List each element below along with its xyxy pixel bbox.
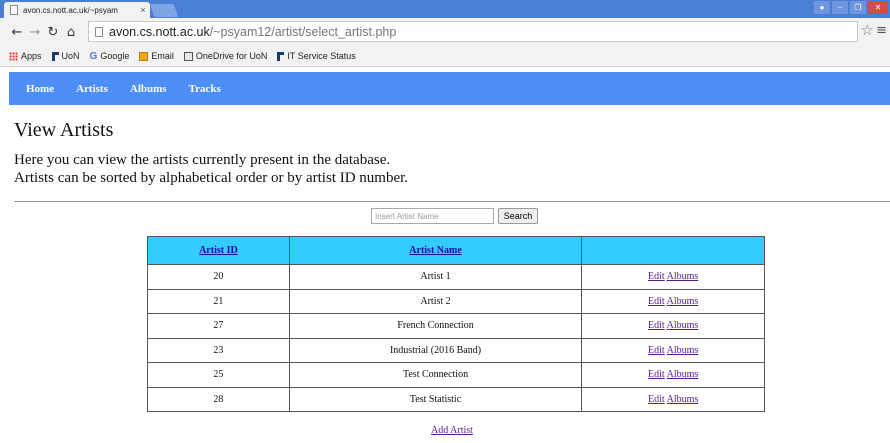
uon-icon xyxy=(51,51,59,61)
table-row: 20 Artist 1 Edit Albums xyxy=(147,264,765,290)
albums-link[interactable]: Albums xyxy=(667,271,699,282)
search-form: Search xyxy=(371,208,538,224)
bookmark-onedrive[interactable]: OneDrive for UoN xyxy=(183,51,267,61)
address-bar[interactable]: avon.cs.nott.ac.uk /~psyam12/artist/sele… xyxy=(88,21,858,42)
reload-icon[interactable]: ↻ xyxy=(44,25,62,40)
header-actions xyxy=(581,236,765,265)
tab-strip: avon.cs.nott.ac.uk/~psyam × ● – ❐ ✕ xyxy=(0,0,890,18)
artist-id-cell: 23 xyxy=(147,337,290,363)
bookmark-google[interactable]: G Google xyxy=(90,51,130,62)
minimize-icon[interactable]: – xyxy=(832,1,848,14)
add-artist-link[interactable]: Add Artist xyxy=(431,425,473,436)
onedrive-icon xyxy=(183,51,193,61)
artists-table: Artist ID Artist Name 20 Artist 1 Edit Alb… xyxy=(147,236,765,412)
actions-cell: Edit Albums xyxy=(581,264,765,290)
actions-cell: Edit Albums xyxy=(581,362,765,388)
artist-name-cell: French Connection xyxy=(288,313,583,339)
edit-link[interactable]: Edit xyxy=(648,394,665,405)
forward-icon[interactable]: → xyxy=(26,25,44,40)
artist-search-input[interactable] xyxy=(371,208,494,224)
window-controls: ● – ❐ ✕ xyxy=(814,1,888,14)
nav-artists[interactable]: Artists xyxy=(76,83,108,95)
back-icon[interactable]: ← xyxy=(8,25,26,40)
nav-albums[interactable]: Albums xyxy=(130,83,167,95)
albums-link[interactable]: Albums xyxy=(667,394,699,405)
window-close-icon[interactable]: ✕ xyxy=(868,1,888,14)
artist-id-cell: 25 xyxy=(147,362,290,388)
edit-link[interactable]: Edit xyxy=(648,369,665,380)
table-row: 23 Industrial (2016 Band) Edit Albums xyxy=(147,337,765,363)
divider xyxy=(14,201,890,202)
url-host: avon.cs.nott.ac.uk xyxy=(109,24,210,39)
page-icon xyxy=(95,26,103,37)
google-icon: G xyxy=(89,50,98,62)
page-title: View Artists xyxy=(14,119,114,141)
url-path: /~psyam12/artist/select_artist.php xyxy=(209,24,397,39)
site-nav: Home Artists Albums Tracks xyxy=(9,72,890,105)
page-icon xyxy=(10,5,18,15)
actions-cell: Edit Albums xyxy=(581,386,765,412)
table-row: 27 French Connection Edit Albums xyxy=(147,313,765,339)
bookmark-apps[interactable]: Apps xyxy=(9,51,42,61)
albums-link[interactable]: Albums xyxy=(667,320,699,331)
artist-name-cell: Test Statistic xyxy=(288,386,583,412)
edit-link[interactable]: Edit xyxy=(648,296,665,307)
user-icon[interactable]: ● xyxy=(814,1,830,14)
bookmark-star-icon[interactable]: ☆ xyxy=(861,21,874,39)
artist-name-cell: Test Connection xyxy=(288,362,583,388)
artist-name-cell: Artist 2 xyxy=(288,288,583,314)
bookmarks-bar: Apps UoN G Google Email OneDrive for UoN … xyxy=(0,46,890,67)
new-tab-button[interactable] xyxy=(149,4,179,17)
bookmark-email[interactable]: Email xyxy=(139,51,174,61)
uon-icon xyxy=(277,51,285,61)
bookmark-it-service[interactable]: IT Service Status xyxy=(277,51,356,61)
artist-id-cell: 21 xyxy=(147,288,290,314)
artist-id-cell: 27 xyxy=(147,313,290,339)
bookmark-uon[interactable]: UoN xyxy=(51,51,80,61)
table-header-row: Artist ID Artist Name xyxy=(147,236,765,265)
intro-line-1: Here you can view the artists currently … xyxy=(14,152,391,168)
search-button[interactable]: Search xyxy=(498,208,538,224)
nav-home[interactable]: Home xyxy=(26,83,54,95)
nav-tracks[interactable]: Tracks xyxy=(189,83,221,95)
actions-cell: Edit Albums xyxy=(581,337,765,363)
edit-link[interactable]: Edit xyxy=(648,320,665,331)
header-artist-id: Artist ID xyxy=(147,236,290,265)
edit-link[interactable]: Edit xyxy=(648,345,665,356)
artist-id-cell: 28 xyxy=(147,386,290,412)
albums-link[interactable]: Albums xyxy=(667,345,699,356)
actions-cell: Edit Albums xyxy=(581,288,765,314)
email-icon xyxy=(139,51,149,61)
tab-close-icon[interactable]: × xyxy=(136,5,150,15)
home-icon[interactable]: ⌂ xyxy=(62,25,80,40)
restore-icon[interactable]: ❐ xyxy=(850,1,866,14)
browser-toolbar: ← → ↻ ⌂ avon.cs.nott.ac.uk /~psyam12/art… xyxy=(0,18,890,46)
header-artist-name: Artist Name xyxy=(288,236,583,265)
artist-id-cell: 20 xyxy=(147,264,290,290)
menu-icon[interactable]: ≡ xyxy=(876,23,887,38)
table-row: 25 Test Connection Edit Albums xyxy=(147,362,765,388)
tab-title: avon.cs.nott.ac.uk/~psyam xyxy=(23,5,118,15)
albums-link[interactable]: Albums xyxy=(667,369,699,380)
intro-line-2: Artists can be sorted by alphabetical or… xyxy=(14,170,409,186)
artist-name-cell: Industrial (2016 Band) xyxy=(288,337,583,363)
actions-cell: Edit Albums xyxy=(581,313,765,339)
artist-name-cell: Artist 1 xyxy=(288,264,583,290)
intro-text: Here you can view the artists currently … xyxy=(14,151,408,187)
albums-link[interactable]: Albums xyxy=(667,296,699,307)
table-row: 28 Test Statistic Edit Albums xyxy=(147,386,765,412)
browser-tab[interactable]: avon.cs.nott.ac.uk/~psyam × xyxy=(4,2,150,18)
edit-link[interactable]: Edit xyxy=(648,271,665,282)
sort-by-id-link[interactable]: Artist ID xyxy=(199,245,238,256)
apps-icon xyxy=(9,51,18,61)
sort-by-name-link[interactable]: Artist Name xyxy=(409,245,461,256)
table-row: 21 Artist 2 Edit Albums xyxy=(147,288,765,314)
